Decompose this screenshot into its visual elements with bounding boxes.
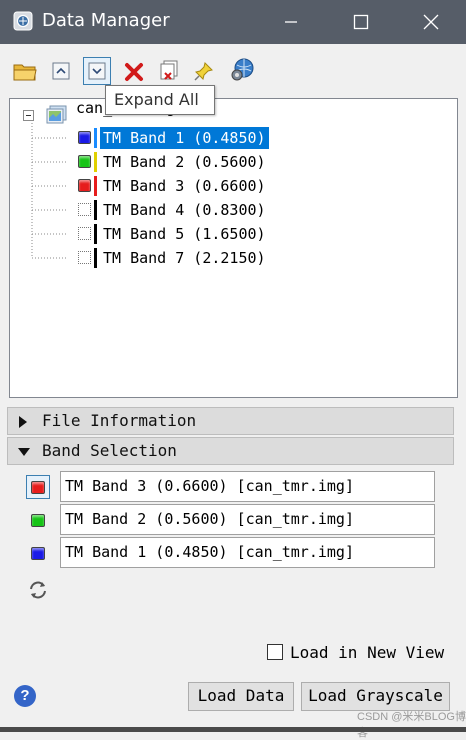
band-color-swatch-icon[interactable] bbox=[78, 155, 91, 168]
help-icon: ? bbox=[20, 687, 30, 704]
tree-band-label[interactable]: TM Band 3 (0.6600) bbox=[100, 175, 269, 197]
taskbar-strip bbox=[0, 727, 466, 732]
expand-all-button[interactable] bbox=[83, 57, 111, 85]
load-grayscale-button[interactable]: Load Grayscale bbox=[301, 682, 450, 711]
open-folder-icon bbox=[13, 64, 37, 81]
collapse-all-button[interactable] bbox=[48, 58, 74, 84]
tooltip: Expand All bbox=[105, 85, 215, 115]
tree-band-item[interactable]: TM Band 5 (1.6500) bbox=[72, 223, 292, 245]
band-selection-field[interactable]: TM Band 1 (0.4850) [can_tmr.img] bbox=[60, 537, 435, 568]
band-color-icon[interactable] bbox=[26, 508, 50, 532]
tree-band-label[interactable]: TM Band 2 (0.5600) bbox=[100, 151, 269, 173]
load-in-new-view-label[interactable]: Load in New View bbox=[290, 643, 444, 662]
title-bar: Data Manager bbox=[0, 0, 466, 44]
band-unchecked-box-icon[interactable] bbox=[78, 203, 91, 216]
band-unchecked-box-icon[interactable] bbox=[78, 251, 91, 264]
load-data-button[interactable]: Load Data bbox=[188, 682, 294, 711]
tree-band-label[interactable]: TM Band 4 (0.8300) bbox=[100, 199, 269, 221]
tree-band-item[interactable]: TM Band 2 (0.5600) bbox=[72, 151, 292, 173]
expand-all-icon bbox=[88, 62, 106, 80]
file-information-header[interactable]: File Information bbox=[7, 407, 454, 435]
band-selection-field[interactable]: TM Band 3 (0.6600) [can_tmr.img] bbox=[60, 471, 435, 502]
minimize-icon bbox=[285, 21, 297, 23]
close-files-icon bbox=[160, 60, 178, 80]
maximize-button[interactable] bbox=[326, 0, 396, 44]
close-icon bbox=[423, 14, 439, 30]
file-tree[interactable]: can_tmr.img TM Band 1 (0.4850)TM Band 2 … bbox=[9, 98, 458, 398]
band-color-swatch-icon[interactable] bbox=[78, 179, 91, 192]
band-color-bar bbox=[94, 176, 97, 196]
options-button[interactable] bbox=[228, 56, 256, 84]
collapse-toggle[interactable] bbox=[23, 110, 34, 121]
band-selection-field[interactable]: TM Band 2 (0.5600) [can_tmr.img] bbox=[60, 504, 435, 535]
open-button[interactable] bbox=[12, 58, 38, 84]
tree-band-label[interactable]: TM Band 5 (1.6500) bbox=[100, 223, 269, 245]
band-color-icon[interactable] bbox=[26, 475, 50, 499]
settings-globe-icon bbox=[231, 58, 254, 81]
expanded-arrow-icon bbox=[18, 448, 30, 456]
band-color-bar bbox=[94, 152, 97, 172]
tree-band-item[interactable]: TM Band 3 (0.6600) bbox=[72, 175, 292, 197]
refresh-icon bbox=[30, 581, 46, 599]
band-color-bar bbox=[94, 200, 97, 220]
tree-band-label[interactable]: TM Band 7 (2.2150) bbox=[100, 247, 269, 269]
band-color-swatch-icon bbox=[31, 546, 45, 560]
minimize-button[interactable] bbox=[256, 0, 326, 44]
raster-file-icon bbox=[46, 105, 67, 124]
band-color-bar bbox=[94, 128, 97, 148]
band-color-icon[interactable] bbox=[26, 541, 50, 565]
collapsed-arrow-icon bbox=[19, 416, 27, 428]
section-title: File Information bbox=[42, 411, 197, 430]
watermark-text: CSDN @米米BLOG博客 bbox=[357, 711, 466, 739]
tree-band-label[interactable]: TM Band 1 (0.4850) bbox=[100, 127, 269, 149]
tree-band-item[interactable]: TM Band 1 (0.4850) bbox=[72, 127, 292, 149]
minus-icon bbox=[26, 115, 31, 116]
collapse-all-icon bbox=[52, 62, 70, 80]
maximize-icon bbox=[353, 14, 369, 30]
toolbar bbox=[0, 44, 466, 96]
remove-button[interactable] bbox=[121, 59, 147, 85]
refresh-button[interactable] bbox=[27, 580, 51, 602]
section-title: Band Selection bbox=[42, 441, 177, 460]
pin-icon bbox=[194, 62, 213, 81]
band-color-swatch-icon bbox=[31, 513, 45, 527]
band-selection-header[interactable]: Band Selection bbox=[7, 437, 454, 465]
band-unchecked-box-icon[interactable] bbox=[78, 227, 91, 240]
pin-button[interactable] bbox=[191, 58, 217, 84]
help-button[interactable]: ? bbox=[14, 685, 36, 707]
close-files-button[interactable] bbox=[156, 58, 182, 84]
band-color-bar bbox=[94, 248, 97, 268]
delete-x-icon bbox=[125, 63, 143, 81]
band-color-swatch-icon[interactable] bbox=[78, 131, 91, 144]
band-color-swatch-icon bbox=[31, 480, 45, 494]
close-button[interactable] bbox=[396, 0, 466, 44]
window-title: Data Manager bbox=[42, 10, 170, 31]
load-in-new-view-checkbox[interactable] bbox=[267, 644, 283, 660]
band-color-bar bbox=[94, 224, 97, 244]
tree-band-item[interactable]: TM Band 7 (2.2150) bbox=[72, 247, 292, 269]
app-icon bbox=[13, 11, 33, 31]
tree-band-item[interactable]: TM Band 4 (0.8300) bbox=[72, 199, 292, 221]
